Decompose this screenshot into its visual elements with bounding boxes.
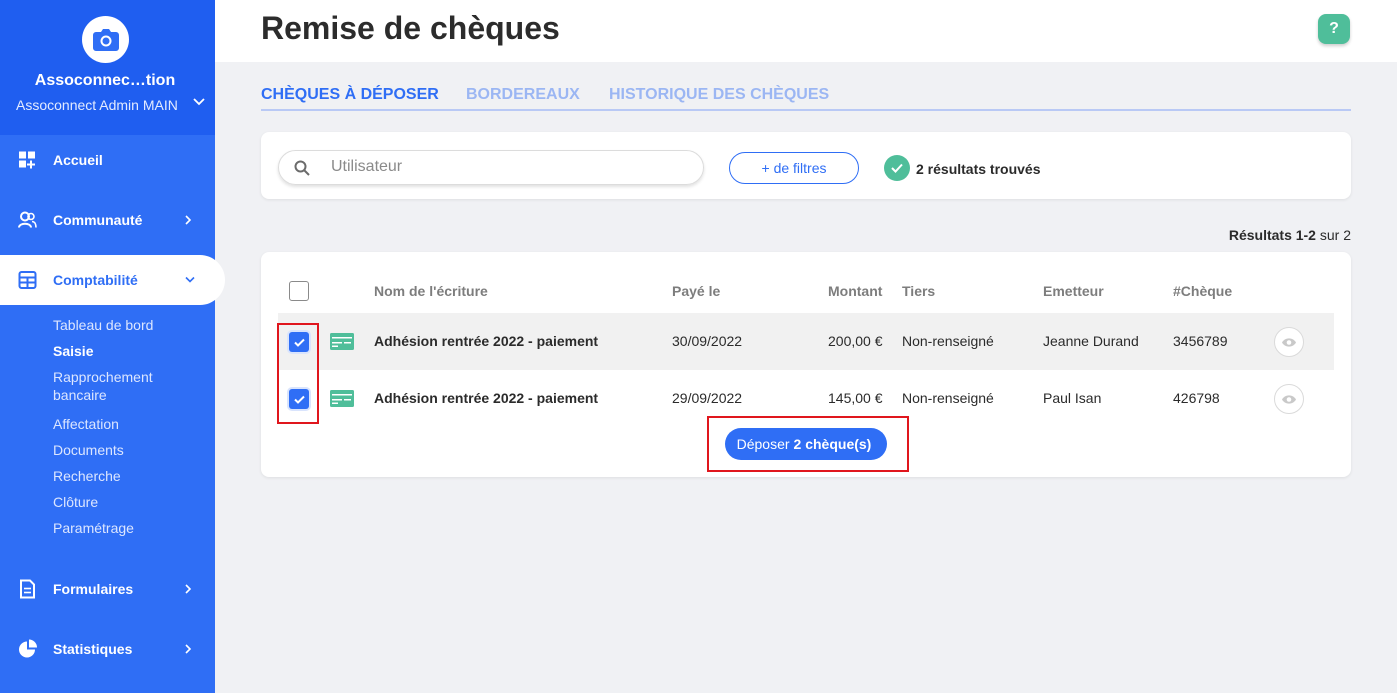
cell-paye-le: 30/09/2022 (672, 333, 743, 349)
col-header-paye-le[interactable]: Payé le (672, 283, 720, 299)
results-range: Résultats 1-2 sur 2 (1100, 227, 1351, 243)
chevron-right-icon (185, 584, 192, 594)
sidebar-item-label: Accueil (53, 152, 103, 168)
select-all-checkbox[interactable] (289, 281, 309, 301)
cell-emetteur: Paul Isan (1043, 390, 1102, 406)
cell-paye-le: 29/09/2022 (672, 390, 743, 406)
tab-bar: CHÈQUES À DÉPOSER BORDEREAUX HISTORIQUE … (261, 86, 1351, 111)
cell-nom: Adhésion rentrée 2022 - paiement (374, 333, 599, 349)
chevron-right-icon (185, 644, 192, 654)
community-icon (18, 211, 37, 228)
sidebar: Assoconnec…tion Assoconnect Admin MAIN A… (0, 0, 225, 693)
sidebar-item-formulaires[interactable]: Formulaires (0, 564, 215, 614)
pie-chart-icon (19, 639, 37, 658)
subnav-item-cloture[interactable]: Clôture (53, 493, 168, 519)
highlight-box-checkboxes (277, 323, 319, 424)
camera-icon[interactable] (82, 16, 129, 63)
tab-bordereaux[interactable]: BORDEREAUX (466, 86, 580, 104)
cell-cheque: 3456789 (1173, 333, 1228, 349)
table-row[interactable]: Adhésion rentrée 2022 - paiement 30/09/2… (278, 313, 1334, 370)
dashboard-icon (19, 151, 35, 169)
form-icon (20, 579, 35, 599)
calculator-icon (18, 271, 37, 289)
more-filters-button[interactable]: + de filtres (729, 152, 859, 184)
col-header-nom[interactable]: Nom de l'écriture (374, 283, 488, 299)
cell-emetteur: Jeanne Durand (1043, 333, 1139, 349)
cell-nom: Adhésion rentrée 2022 - paiement (374, 390, 599, 406)
cheque-icon (330, 333, 354, 350)
col-header-emetteur[interactable]: Emetteur (1043, 283, 1104, 299)
cell-montant: 200,00 € (828, 333, 883, 349)
cell-tiers: Non-renseigné (902, 390, 994, 406)
results-range-rest: sur 2 (1315, 227, 1351, 243)
subnav-item-rapprochement[interactable]: Rapprochement bancaire (53, 368, 168, 415)
search-icon (294, 160, 310, 176)
eye-icon (1282, 337, 1296, 347)
sidebar-item-label: Comptabilité (53, 272, 138, 288)
sidebar-item-communaute[interactable]: Communauté (0, 195, 215, 245)
org-header[interactable]: Assoconnec…tion Assoconnect Admin MAIN (0, 0, 215, 135)
help-button[interactable]: ? (1318, 14, 1350, 44)
sidebar-item-label: Formulaires (53, 581, 134, 597)
subnav-item-documents[interactable]: Documents (53, 441, 168, 467)
cell-montant: 145,00 € (828, 390, 883, 406)
page-title: Remise de chèques (261, 10, 560, 46)
sidebar-item-comptabilite[interactable]: Comptabilité (0, 255, 225, 305)
view-button[interactable] (1274, 384, 1304, 414)
search-input[interactable] (331, 158, 681, 176)
cell-cheque: 426798 (1173, 390, 1220, 406)
org-account: Assoconnect Admin MAIN (16, 97, 178, 113)
subnav-item-affectation[interactable]: Affectation (53, 415, 168, 441)
subnav-item-parametrage[interactable]: Paramétrage (53, 519, 168, 545)
subnav-item-tableau-de-bord[interactable]: Tableau de bord (53, 316, 168, 342)
cell-tiers: Non-renseigné (902, 333, 994, 349)
top-bar: Remise de chèques ? (215, 0, 1397, 62)
col-header-tiers[interactable]: Tiers (902, 283, 935, 299)
search-box[interactable] (278, 150, 704, 185)
results-found-text: 2 résultats trouvés (916, 161, 1041, 177)
eye-icon (1282, 394, 1296, 404)
filter-card: + de filtres 2 résultats trouvés (261, 132, 1351, 199)
sidebar-item-accueil[interactable]: Accueil (0, 135, 215, 185)
subnav-item-saisie[interactable]: Saisie (53, 342, 168, 368)
subnav-item-recherche[interactable]: Recherche (53, 467, 168, 493)
col-header-cheque[interactable]: #Chèque (1173, 283, 1232, 299)
sidebar-item-label: Communauté (53, 212, 143, 228)
view-button[interactable] (1274, 327, 1304, 357)
chevron-down-icon (185, 276, 195, 283)
col-header-montant[interactable]: Montant (828, 283, 882, 299)
sidebar-item-statistiques[interactable]: Statistiques (0, 624, 215, 674)
accounting-subnav: Tableau de bord Saisie Rapprochement ban… (53, 316, 168, 545)
cheque-icon (330, 390, 354, 407)
tab-historique[interactable]: HISTORIQUE DES CHÈQUES (609, 86, 829, 104)
org-name: Assoconnec…tion (34, 72, 176, 89)
chevron-right-icon (185, 215, 192, 225)
results-range-bold: Résultats 1-2 (1228, 227, 1316, 243)
chevron-down-icon[interactable] (193, 98, 205, 106)
sidebar-item-label: Statistiques (53, 641, 133, 657)
highlight-box-deposit (707, 416, 909, 472)
tab-cheques-a-deposer[interactable]: CHÈQUES À DÉPOSER (261, 86, 439, 104)
check-circle-icon (884, 155, 910, 181)
